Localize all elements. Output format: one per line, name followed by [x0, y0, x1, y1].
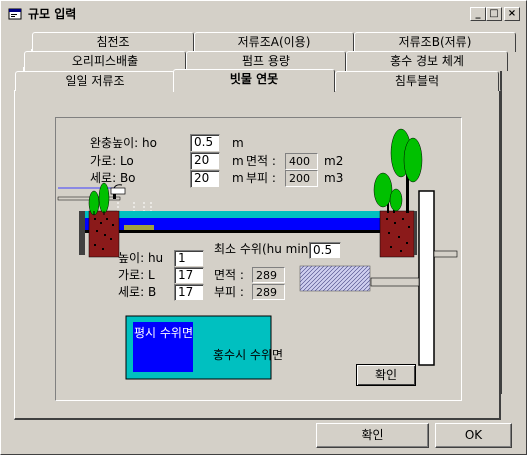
- maximize-button[interactable]: □: [486, 7, 502, 21]
- close-button[interactable]: ×: [504, 7, 520, 21]
- upper-volume-unit: m3: [324, 171, 344, 185]
- lower-area-value: 289: [252, 267, 285, 283]
- lower-volume-label: 부피 :: [214, 285, 244, 299]
- lower-width-label: 세로: B: [118, 285, 157, 299]
- tab-flood-warning[interactable]: 홍수 경보 체계: [346, 51, 508, 71]
- title-bar[interactable]: 규모 입력 _ □ ×: [4, 4, 523, 24]
- tab-pump[interactable]: 펌프 용량: [186, 51, 346, 71]
- buffer-height-input[interactable]: 0.5: [190, 134, 220, 152]
- tab-infiltration-block[interactable]: 침투블럭: [335, 71, 499, 91]
- lower-length-input[interactable]: 17: [174, 267, 204, 284]
- upper-length-unit: m: [232, 154, 244, 168]
- tab-daily-storage[interactable]: 일일 저류조: [15, 71, 175, 91]
- buffer-height-unit: m: [232, 136, 244, 150]
- flood-level-label: 홍수시 수위면: [213, 348, 284, 362]
- lower-volume-value: 289: [252, 284, 285, 300]
- upper-width-input[interactable]: 20: [190, 170, 220, 188]
- upper-area-label: 면적 :: [246, 154, 276, 168]
- min-level-label: 최소 수위(hu min): [214, 242, 313, 256]
- tab-rain-pond[interactable]: 빗물 연못: [173, 69, 335, 92]
- app-icon: [8, 7, 22, 21]
- upper-volume-label: 부피 :: [246, 171, 276, 185]
- ok-button[interactable]: OK: [435, 423, 512, 448]
- buffer-height-label: 완충높이: ho: [90, 136, 157, 150]
- tab-storage-b[interactable]: 저류조B(저류): [354, 32, 516, 52]
- tab-sedimentation[interactable]: 침전조: [32, 32, 194, 52]
- window-title: 규모 입력: [28, 7, 77, 21]
- upper-area-value: 400: [285, 153, 318, 170]
- upper-area-unit: m2: [324, 154, 344, 168]
- min-level-input[interactable]: 0.5: [309, 242, 341, 259]
- dialog-window: 규모 입력 _ □ × 침전조 저류조A(이용) 저류조B(저류) 오리피스배출…: [0, 0, 527, 455]
- tab-page-rain-pond: 완충높이: ho 0.5 m 가로: Lo 20 m 면적 : 400 m2 세…: [14, 90, 501, 420]
- tab-storage-a[interactable]: 저류조A(이용): [194, 32, 354, 52]
- lower-height-label: 높이: hu: [118, 251, 164, 265]
- footer-confirm-button[interactable]: 확인: [316, 423, 429, 448]
- upper-length-label: 가로: Lo: [90, 154, 134, 168]
- lower-area-label: 면적 :: [214, 268, 244, 282]
- minimize-button[interactable]: _: [470, 7, 486, 21]
- lower-length-label: 가로: L: [118, 268, 155, 282]
- upper-volume-value: 200: [285, 170, 318, 187]
- tab-orifice[interactable]: 오리피스배출: [24, 51, 186, 71]
- pond-confirm-button[interactable]: 확인: [356, 364, 416, 386]
- normal-level-label: 평시 수위면: [134, 326, 194, 340]
- pond-diagram-panel: 완충높이: ho 0.5 m 가로: Lo 20 m 면적 : 400 m2 세…: [55, 117, 462, 401]
- upper-width-unit: m: [232, 171, 244, 185]
- upper-width-label: 세로: Bo: [90, 171, 136, 185]
- lower-height-input[interactable]: 1: [174, 250, 204, 267]
- upper-length-input[interactable]: 20: [190, 152, 220, 170]
- lower-width-input[interactable]: 17: [174, 284, 204, 301]
